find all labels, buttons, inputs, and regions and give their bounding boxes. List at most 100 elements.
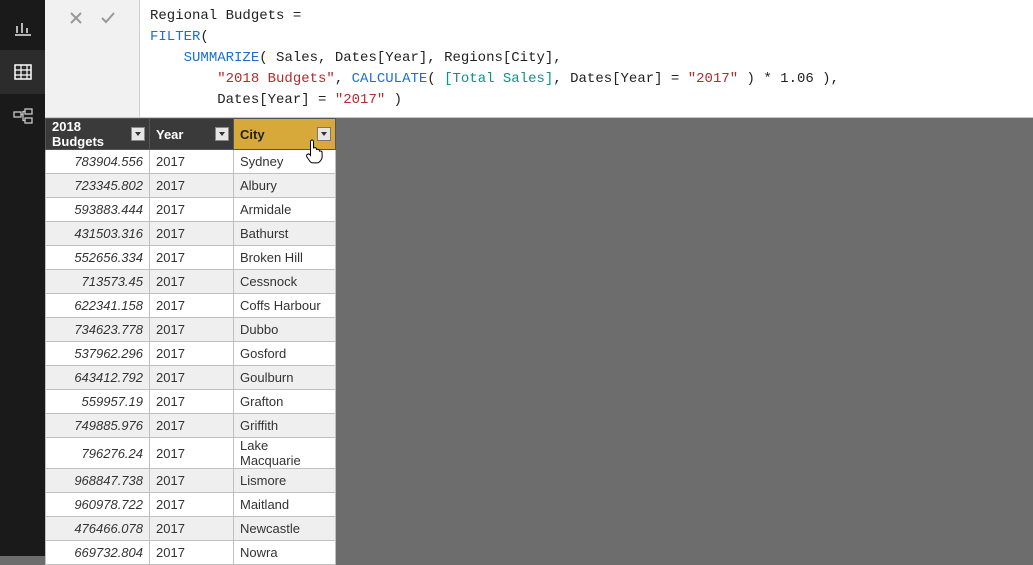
cell-city[interactable]: Bathurst (234, 222, 336, 246)
cell-city[interactable]: Albury (234, 174, 336, 198)
table-row[interactable]: 431503.3162017Bathurst (46, 222, 336, 246)
column-header-year[interactable]: Year (150, 119, 234, 150)
cell-city[interactable]: Gosford (234, 342, 336, 366)
column-header-budgets[interactable]: 2018 Budgets (46, 119, 150, 150)
cancel-formula-button[interactable] (60, 4, 92, 32)
column-header-label: City (240, 127, 265, 142)
kw-calculate: CALCULATE (352, 71, 428, 87)
cell-budget[interactable]: 749885.976 (46, 414, 150, 438)
table-row[interactable]: 669732.8042017Nowra (46, 541, 336, 565)
measure-total-sales: [Total Sales] (444, 71, 553, 87)
formula-bar: Regional Budgets = FILTER( SUMMARIZE( Sa… (45, 0, 1033, 118)
cell-budget[interactable]: 783904.556 (46, 150, 150, 174)
column-header-city[interactable]: City (234, 119, 336, 150)
cell-year[interactable]: 2017 (150, 270, 234, 294)
cell-year[interactable]: 2017 (150, 174, 234, 198)
cell-city[interactable]: Nowra (234, 541, 336, 565)
table-row[interactable]: 552656.3342017Broken Hill (46, 246, 336, 270)
cell-city[interactable]: Armidale (234, 198, 336, 222)
cell-year[interactable]: 2017 (150, 366, 234, 390)
cell-year[interactable]: 2017 (150, 517, 234, 541)
cell-budget[interactable]: 559957.19 (46, 390, 150, 414)
formula-bar-buttons (45, 0, 140, 117)
cell-year[interactable]: 2017 (150, 390, 234, 414)
cell-city[interactable]: Goulburn (234, 366, 336, 390)
lit-year-1: "2017" (688, 71, 738, 87)
cell-budget[interactable]: 476466.078 (46, 517, 150, 541)
cell-city[interactable]: Dubbo (234, 318, 336, 342)
cell-year[interactable]: 2017 (150, 222, 234, 246)
data-table-body: 783904.5562017Sydney723345.8022017Albury… (46, 150, 336, 565)
data-table-wrap: 2018 Budgets Year City 783904.5562017Syd… (45, 118, 1033, 565)
table-row[interactable]: 476466.0782017Newcastle (46, 517, 336, 541)
cell-year[interactable]: 2017 (150, 541, 234, 565)
report-view-tab[interactable] (0, 6, 45, 50)
table-row[interactable]: 622341.1582017Coffs Harbour (46, 294, 336, 318)
cell-city[interactable]: Lismore (234, 469, 336, 493)
cell-year[interactable]: 2017 (150, 469, 234, 493)
table-row[interactable]: 537962.2962017Gosford (46, 342, 336, 366)
cell-city[interactable]: Griffith (234, 414, 336, 438)
cell-budget[interactable]: 713573.45 (46, 270, 150, 294)
cell-budget[interactable]: 593883.444 (46, 198, 150, 222)
table-row[interactable]: 968847.7382017Lismore (46, 469, 336, 493)
lit-year-2: "2017" (335, 92, 385, 108)
data-view-tab[interactable] (0, 50, 45, 94)
cell-year[interactable]: 2017 (150, 414, 234, 438)
kw-summarize: SUMMARIZE (184, 50, 260, 66)
cell-budget[interactable]: 669732.804 (46, 541, 150, 565)
cell-city[interactable]: Maitland (234, 493, 336, 517)
table-row[interactable]: 559957.192017Grafton (46, 390, 336, 414)
cell-year[interactable]: 2017 (150, 438, 234, 469)
cell-budget[interactable]: 537962.296 (46, 342, 150, 366)
cell-city[interactable]: Newcastle (234, 517, 336, 541)
table-row[interactable]: 593883.4442017Armidale (46, 198, 336, 222)
cell-year[interactable]: 2017 (150, 318, 234, 342)
close-icon (68, 10, 84, 26)
table-row[interactable]: 960978.7222017Maitland (46, 493, 336, 517)
summarize-args: ( Sales, Dates[Year], Regions[City], (259, 50, 561, 66)
cell-city[interactable]: Broken Hill (234, 246, 336, 270)
main-area: Regional Budgets = FILTER( SUMMARIZE( Sa… (45, 0, 1033, 556)
cell-budget[interactable]: 960978.722 (46, 493, 150, 517)
cell-year[interactable]: 2017 (150, 150, 234, 174)
commit-formula-button[interactable] (92, 4, 124, 32)
cell-city[interactable]: Lake Macquarie (234, 438, 336, 469)
cell-city[interactable]: Coffs Harbour (234, 294, 336, 318)
cell-year[interactable]: 2017 (150, 246, 234, 270)
cell-budget[interactable]: 552656.334 (46, 246, 150, 270)
table-row[interactable]: 749885.9762017Griffith (46, 414, 336, 438)
check-icon (99, 10, 117, 26)
formula-editor[interactable]: Regional Budgets = FILTER( SUMMARIZE( Sa… (140, 0, 1033, 117)
column-filter-button[interactable] (131, 127, 145, 141)
model-icon (12, 107, 34, 125)
cell-budget[interactable]: 622341.158 (46, 294, 150, 318)
cell-budget[interactable]: 643412.792 (46, 366, 150, 390)
cell-year[interactable]: 2017 (150, 294, 234, 318)
table-row[interactable]: 643412.7922017Goulburn (46, 366, 336, 390)
table-icon (13, 63, 33, 81)
column-filter-button[interactable] (215, 127, 229, 141)
cell-year[interactable]: 2017 (150, 198, 234, 222)
cell-year[interactable]: 2017 (150, 342, 234, 366)
table-row[interactable]: 734623.7782017Dubbo (46, 318, 336, 342)
cell-city[interactable]: Cessnock (234, 270, 336, 294)
cell-city[interactable]: Sydney (234, 150, 336, 174)
cell-budget[interactable]: 431503.316 (46, 222, 150, 246)
cell-budget[interactable]: 968847.738 (46, 469, 150, 493)
formula-line1: Regional Budgets = (150, 8, 301, 24)
column-filter-button[interactable] (317, 127, 331, 141)
cell-city[interactable]: Grafton (234, 390, 336, 414)
cell-budget[interactable]: 734623.778 (46, 318, 150, 342)
data-table: 2018 Budgets Year City 783904.5562017Syd… (45, 118, 336, 565)
table-row[interactable]: 723345.8022017Albury (46, 174, 336, 198)
cell-budget[interactable]: 723345.802 (46, 174, 150, 198)
table-row[interactable]: 796276.242017Lake Macquarie (46, 438, 336, 469)
kw-filter: FILTER (150, 29, 200, 45)
cell-year[interactable]: 2017 (150, 493, 234, 517)
table-row[interactable]: 783904.5562017Sydney (46, 150, 336, 174)
table-row[interactable]: 713573.452017Cessnock (46, 270, 336, 294)
column-header-label: Year (156, 127, 183, 142)
cell-budget[interactable]: 796276.24 (46, 438, 150, 469)
model-view-tab[interactable] (0, 94, 45, 138)
